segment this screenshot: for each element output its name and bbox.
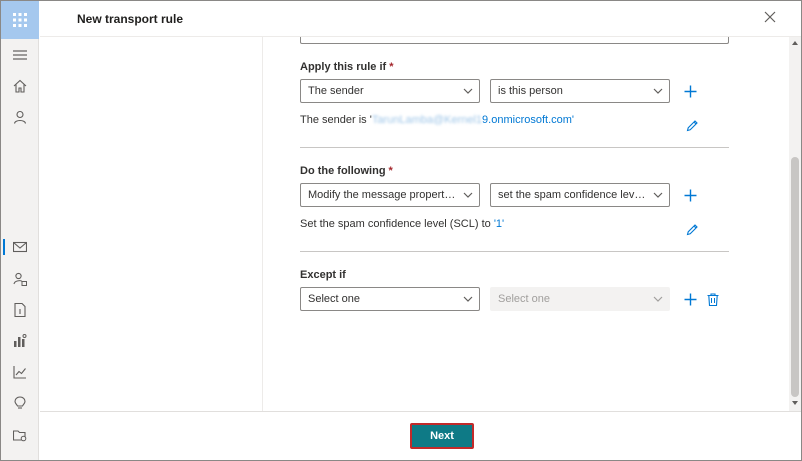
nav-reports[interactable] xyxy=(12,333,28,349)
hamburger-icon xyxy=(13,50,27,60)
home-icon xyxy=(13,79,27,93)
scroll-down-arrow[interactable] xyxy=(792,401,798,405)
person-lock-icon xyxy=(13,272,27,286)
plus-icon xyxy=(684,189,696,201)
redacted-sender-address: TarunLamba@Kernel1 xyxy=(371,114,483,126)
waffle-icon xyxy=(13,13,27,27)
exception-condition-dropdown[interactable]: Select one xyxy=(300,287,480,311)
nav-ideas[interactable] xyxy=(12,395,28,411)
edit-condition-button[interactable] xyxy=(684,117,700,133)
nav-home[interactable] xyxy=(12,78,28,94)
nav-rail xyxy=(1,1,39,460)
mail-icon xyxy=(13,241,27,253)
nav-insights[interactable] xyxy=(12,364,28,380)
plus-icon xyxy=(684,293,696,305)
chevron-down-icon xyxy=(653,296,663,302)
action-property-dropdown[interactable]: set the spam confidence level (SCL) xyxy=(490,183,670,207)
action-summary: Set the spam confidence level (SCL) to '… xyxy=(300,218,505,230)
section-divider xyxy=(300,147,729,148)
apply-condition-dropdown[interactable]: The sender xyxy=(300,79,480,103)
folder-gear-icon xyxy=(13,429,27,441)
action-label: Do the following * xyxy=(300,165,393,177)
pencil-icon xyxy=(686,119,698,131)
chevron-down-icon xyxy=(653,192,663,198)
new-transport-rule-panel: New transport rule Apply this rule if * T… xyxy=(40,1,801,460)
next-button[interactable]: Next xyxy=(410,423,474,449)
wizard-steps-column xyxy=(40,37,263,411)
add-action-button[interactable] xyxy=(682,187,698,203)
close-icon xyxy=(764,11,776,23)
chevron-down-icon xyxy=(463,88,473,94)
scroll-up-arrow[interactable] xyxy=(792,41,798,45)
content-scrollbar[interactable] xyxy=(789,37,801,411)
panel-footer: Next xyxy=(40,411,801,460)
panel-header: New transport rule xyxy=(40,1,801,37)
delete-exception-button[interactable] xyxy=(705,291,721,307)
nav-recipients[interactable] xyxy=(12,271,28,287)
rule-name-field[interactable] xyxy=(300,37,729,44)
apply-operator-dropdown[interactable]: is this person xyxy=(490,79,670,103)
panel-title: New transport rule xyxy=(77,12,184,26)
chevron-down-icon xyxy=(653,88,663,94)
apply-condition-summary: The sender is 'TarunLamba@Kernel19.onmic… xyxy=(300,114,575,126)
app-launcher-button[interactable] xyxy=(1,1,39,39)
section-divider xyxy=(300,251,729,252)
app-window: New transport rule Apply this rule if * T… xyxy=(0,0,802,461)
add-exception-button[interactable] xyxy=(682,291,698,307)
rule-conditions-form: Apply this rule if * The sender is this p… xyxy=(263,37,786,411)
menu-toggle-button[interactable] xyxy=(12,47,28,63)
trash-icon xyxy=(707,292,719,306)
scl-value-link[interactable]: '1' xyxy=(494,218,504,230)
sender-domain-link[interactable]: 9.onmicrosoft.com xyxy=(482,114,572,126)
nav-users[interactable] xyxy=(12,109,28,125)
person-icon xyxy=(13,110,27,124)
document-icon xyxy=(14,303,26,317)
apply-rule-label: Apply this rule if * xyxy=(300,61,394,73)
scrollbar-thumb[interactable] xyxy=(791,157,799,397)
plus-icon xyxy=(684,85,696,97)
add-condition-button[interactable] xyxy=(682,83,698,99)
pencil-icon xyxy=(686,223,698,235)
exception-label: Except if xyxy=(300,269,346,281)
active-nav-indicator xyxy=(3,239,5,255)
action-type-dropdown[interactable]: Modify the message properties xyxy=(300,183,480,207)
lightbulb-icon xyxy=(14,396,26,409)
chevron-down-icon xyxy=(463,296,473,302)
edit-action-button[interactable] xyxy=(684,221,700,237)
chevron-down-icon xyxy=(463,192,473,198)
exception-operator-dropdown: Select one xyxy=(490,287,670,311)
nav-public-folders[interactable] xyxy=(12,302,28,318)
nav-mail-flow[interactable] xyxy=(12,239,28,255)
nav-settings-folder[interactable] xyxy=(12,427,28,443)
close-button[interactable] xyxy=(764,11,778,25)
line-chart-icon xyxy=(13,366,26,379)
bar-chart-icon xyxy=(14,334,27,347)
